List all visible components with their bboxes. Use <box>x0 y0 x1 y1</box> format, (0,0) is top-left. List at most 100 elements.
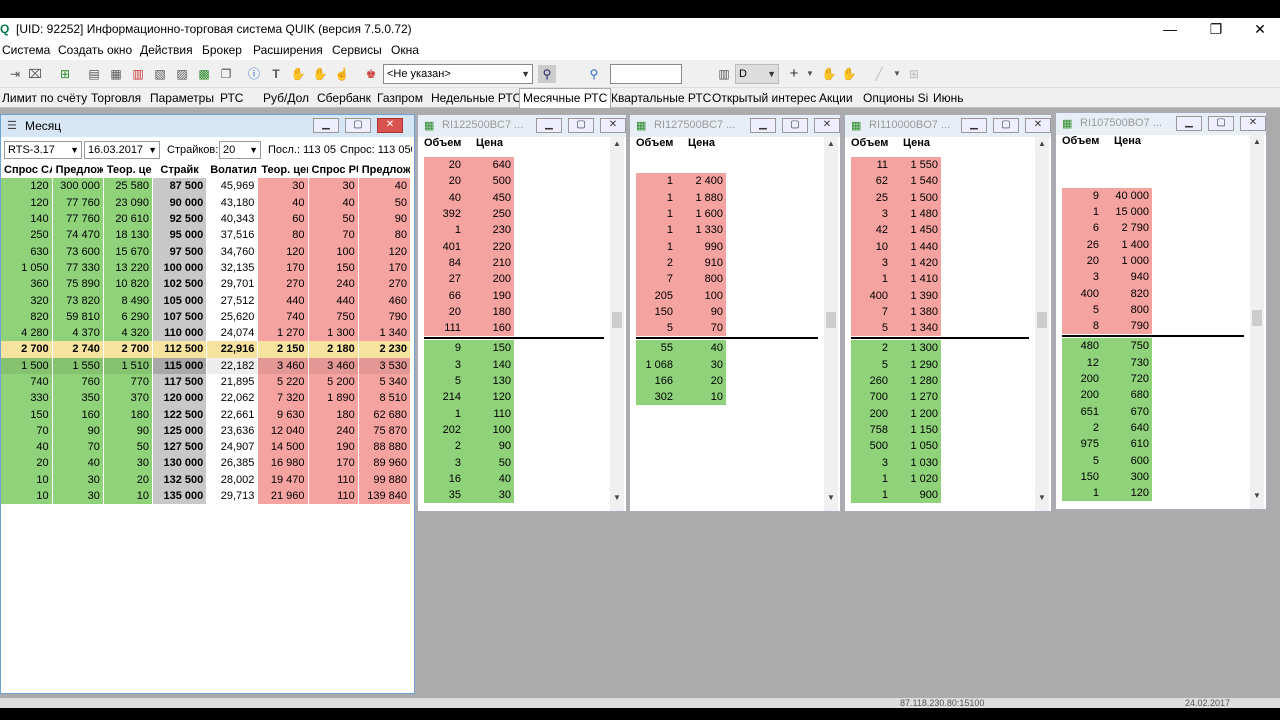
option-desk-titlebar[interactable]: ☰ Месяц ▁ ▢ ✕ <box>1 115 414 137</box>
bid-row[interactable]: 1 900 <box>851 486 941 504</box>
table-row[interactable]: 70 90 90 125 000 23,636 12 040 240 75 870 <box>1 422 412 440</box>
bid-row[interactable]: 5 130 <box>424 372 514 390</box>
bid-row[interactable]: 51 290 <box>851 356 941 373</box>
interval-select[interactable]: D ▼ <box>735 64 779 84</box>
minimize-button[interactable]: — <box>1150 19 1190 39</box>
bid-row[interactable]: 758 1 150 <box>851 421 941 439</box>
ask-row[interactable]: 10 1 440 <box>851 238 941 255</box>
table-row[interactable]: 4 280 4 370 4 320 110 000 24,074 1 270 1 300 1 … <box>1 324 412 342</box>
ask-row[interactable]: 11 330 <box>636 222 726 239</box>
minimize-button[interactable]: ▁ <box>750 118 776 133</box>
orderbook-titlebar[interactable]: ▦ RI107500BO7 ... ▁ ▢ ✕ <box>1056 113 1266 135</box>
chevron-up-icon[interactable]: ▲ <box>1035 139 1049 148</box>
hand-icon[interactable]: ✋ <box>289 65 307 83</box>
ask-row[interactable]: 26 1 400 <box>1062 236 1152 253</box>
orders-table-icon[interactable]: ▥ <box>129 65 147 83</box>
col-strike[interactable]: Страйк <box>152 162 208 179</box>
table-row[interactable]: 140 77 760 20 610 92 500 40,343 60 50 90 <box>1 210 412 228</box>
bid-row[interactable]: 651 670 <box>1062 403 1152 420</box>
ask-row[interactable]: 11 880 <box>636 189 726 206</box>
menu-broker[interactable]: Брокер <box>202 43 242 57</box>
maximize-button[interactable]: ▢ <box>345 118 371 133</box>
ask-row[interactable]: 5 800 <box>1062 301 1152 318</box>
ask-row[interactable]: 62 1 540 <box>851 173 941 190</box>
col-call-bid[interactable]: Спрос CALL <box>1 162 53 179</box>
bid-row[interactable]: 31 030 <box>851 454 941 471</box>
col-volume[interactable]: Объем <box>636 137 673 149</box>
ask-row[interactable]: 8 790 <box>1062 317 1152 335</box>
tab-trading[interactable]: Торговля <box>91 91 141 105</box>
ask-row[interactable]: 401 220 <box>424 238 514 255</box>
broker-icon[interactable]: ♚ <box>362 65 380 83</box>
col-put-bid[interactable]: Спрос PUT <box>308 162 359 179</box>
ask-row[interactable]: 400 1 390 <box>851 287 941 304</box>
quotes-icon[interactable]: ▧ <box>151 65 169 83</box>
minimize-button[interactable]: ▁ <box>536 118 562 133</box>
bid-row[interactable]: 480 750 <box>1062 338 1152 355</box>
search-table-icon[interactable]: ▨ <box>173 65 191 83</box>
bid-row[interactable]: 166 20 <box>636 372 726 390</box>
tab-monthly-rts[interactable]: Месячные РТС <box>519 88 612 108</box>
orderbook-scrollbar[interactable]: ▲ ▼ <box>824 137 838 511</box>
bid-row[interactable]: 302 10 <box>636 389 726 406</box>
export-icon[interactable]: ▩ <box>195 65 213 83</box>
ask-row[interactable]: 1 230 <box>424 222 514 239</box>
ask-row[interactable]: 11 1 550 <box>851 157 941 174</box>
table-icon[interactable]: ▤ <box>85 65 103 83</box>
line-tool-icon[interactable]: ╱ <box>870 65 888 83</box>
table-row[interactable]: 250 74 470 18 130 95 000 37,516 80 70 80 <box>1 227 412 244</box>
bid-row[interactable]: 12 730 <box>1062 354 1152 371</box>
orderbook-scrollbar[interactable]: ▲ ▼ <box>1035 137 1049 511</box>
search-input[interactable] <box>610 64 682 84</box>
ask-row[interactable]: 5 70 <box>636 319 726 337</box>
ask-row[interactable]: 20 640 <box>424 157 514 174</box>
chevron-up-icon[interactable]: ▲ <box>610 139 624 148</box>
maximize-button[interactable]: ▢ <box>993 118 1019 133</box>
tab-open-interest[interactable]: Открытый интерес <box>712 91 816 105</box>
restore-button[interactable]: ❐ <box>1196 19 1236 39</box>
table-row[interactable]: 150 160 180 122 500 22,661 9 630 180 62 680 <box>1 406 412 423</box>
ask-row[interactable]: 20 180 <box>424 303 514 320</box>
order-cancel-icon[interactable]: ⌧ <box>26 65 44 83</box>
bid-row[interactable]: 214 120 <box>424 389 514 406</box>
bid-row[interactable]: 200 680 <box>1062 387 1152 404</box>
maximize-button[interactable]: ▢ <box>568 118 594 133</box>
bid-row[interactable]: 3 140 <box>424 356 514 373</box>
text-icon[interactable]: T <box>267 65 285 83</box>
ask-row[interactable]: 20 1 000 <box>1062 252 1152 270</box>
table-row[interactable]: 10 30 10 135 000 29,713 21 960 110 139 840 <box>1 487 412 505</box>
table-row[interactable]: 360 75 890 10 820 102 500 29,701 270 240 270 <box>1 276 412 293</box>
tab-stocks[interactable]: Акции <box>819 91 853 105</box>
col-call-theo[interactable]: Теор. цена <box>103 162 153 179</box>
pointer-icon[interactable]: ☝ <box>333 65 351 83</box>
minimize-button[interactable]: ▁ <box>313 118 339 133</box>
bid-row[interactable]: 11 020 <box>851 470 941 487</box>
col-price[interactable]: Цена <box>903 137 930 149</box>
tab-options-si[interactable]: Опционы Si <box>863 91 928 105</box>
bid-row[interactable]: 5 600 <box>1062 452 1152 469</box>
menu-system[interactable]: Система <box>2 43 50 57</box>
bid-row[interactable]: 500 1 050 <box>851 438 941 455</box>
copy-icon[interactable]: ❐ <box>217 65 235 83</box>
orderbook-icon[interactable]: ▦ <box>424 119 434 132</box>
bid-row[interactable]: 200 1 200 <box>851 405 941 422</box>
menu-windows[interactable]: Окна <box>391 43 419 57</box>
close-button[interactable]: ✕ <box>1240 116 1266 131</box>
col-put-ask[interactable]: Предложение <box>358 162 412 179</box>
maximize-button[interactable]: ▢ <box>782 118 808 133</box>
account-select[interactable]: <Не указан> ▼ <box>383 64 533 84</box>
bid-row[interactable]: 200 720 <box>1062 370 1152 388</box>
bid-row[interactable]: 202 100 <box>424 421 514 439</box>
bid-row[interactable]: 1 068 30 <box>636 356 726 373</box>
scroll-thumb[interactable] <box>1037 312 1047 328</box>
ask-row[interactable]: 111 160 <box>424 319 514 337</box>
window-menu-icon[interactable]: ☰ <box>7 119 17 132</box>
orderbook-titlebar[interactable]: ▦ RI110000BO7 ... ▁ ▢ ✕ <box>845 115 1051 137</box>
ask-row[interactable]: 51 340 <box>851 319 941 337</box>
tab-rub-usd[interactable]: Руб/Дол <box>263 91 309 105</box>
ask-row[interactable]: 40 450 <box>424 189 514 206</box>
ask-row[interactable]: 205 100 <box>636 287 726 304</box>
scroll-thumb[interactable] <box>612 312 622 328</box>
close-button[interactable]: ✕ <box>377 118 403 133</box>
bid-row[interactable]: 1 120 <box>1062 484 1152 502</box>
